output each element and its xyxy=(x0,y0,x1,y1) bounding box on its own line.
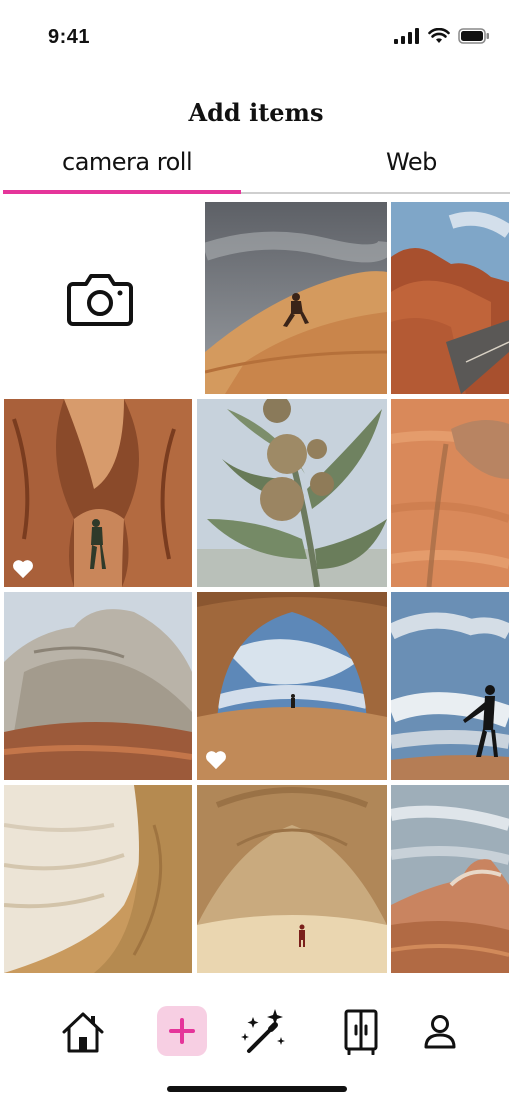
photo-image xyxy=(391,592,509,780)
nav-add[interactable] xyxy=(157,1006,207,1056)
source-tabs: camera roll Web xyxy=(0,140,512,198)
nav-styling[interactable] xyxy=(234,1004,290,1060)
plus-icon xyxy=(169,1018,195,1044)
photo-grid xyxy=(0,198,512,978)
photo-tile[interactable] xyxy=(197,785,387,973)
status-time: 9:41 xyxy=(48,26,91,48)
photo-tile[interactable] xyxy=(197,592,387,780)
profile-icon xyxy=(424,1015,456,1049)
photo-image xyxy=(391,785,509,973)
photo-tile[interactable] xyxy=(391,592,509,780)
favorite-heart-icon[interactable] xyxy=(205,750,227,770)
take-photo-tile[interactable] xyxy=(4,202,196,396)
magic-wand-icon xyxy=(241,1009,285,1053)
nav-home[interactable] xyxy=(55,1004,111,1060)
cellular-signal-icon xyxy=(394,28,419,44)
wardrobe-icon xyxy=(344,1009,378,1055)
camera-icon xyxy=(67,274,133,326)
photo-tile[interactable] xyxy=(4,592,192,780)
photo-tile[interactable] xyxy=(391,785,509,973)
tab-web[interactable]: Web xyxy=(386,148,437,176)
photo-image xyxy=(205,202,387,394)
wifi-icon xyxy=(428,28,450,43)
photo-image xyxy=(4,785,192,973)
photo-tile[interactable] xyxy=(197,399,387,587)
battery-icon xyxy=(458,28,489,44)
photo-tile[interactable] xyxy=(4,785,192,973)
photo-tile[interactable] xyxy=(391,202,509,394)
tab-camera-roll[interactable]: camera roll xyxy=(62,148,193,176)
photo-image xyxy=(391,399,509,587)
photo-tile[interactable] xyxy=(4,399,192,587)
home-indicator xyxy=(167,1086,347,1092)
status-bar: 9:41 xyxy=(0,0,512,70)
active-tab-indicator xyxy=(3,190,241,194)
status-icons xyxy=(394,28,490,44)
favorite-heart-icon[interactable] xyxy=(12,559,34,579)
nav-closet[interactable] xyxy=(333,1004,389,1060)
photo-image xyxy=(4,592,192,780)
bottom-nav xyxy=(0,978,512,1108)
photo-image xyxy=(197,785,387,973)
tab-divider xyxy=(241,192,510,194)
page-title: Add items xyxy=(188,98,324,127)
nav-profile[interactable] xyxy=(412,1004,468,1060)
photo-image xyxy=(197,399,387,587)
photo-image xyxy=(391,202,509,394)
home-icon xyxy=(62,1012,104,1053)
photo-tile[interactable] xyxy=(391,399,509,587)
photo-tile[interactable] xyxy=(205,202,387,394)
